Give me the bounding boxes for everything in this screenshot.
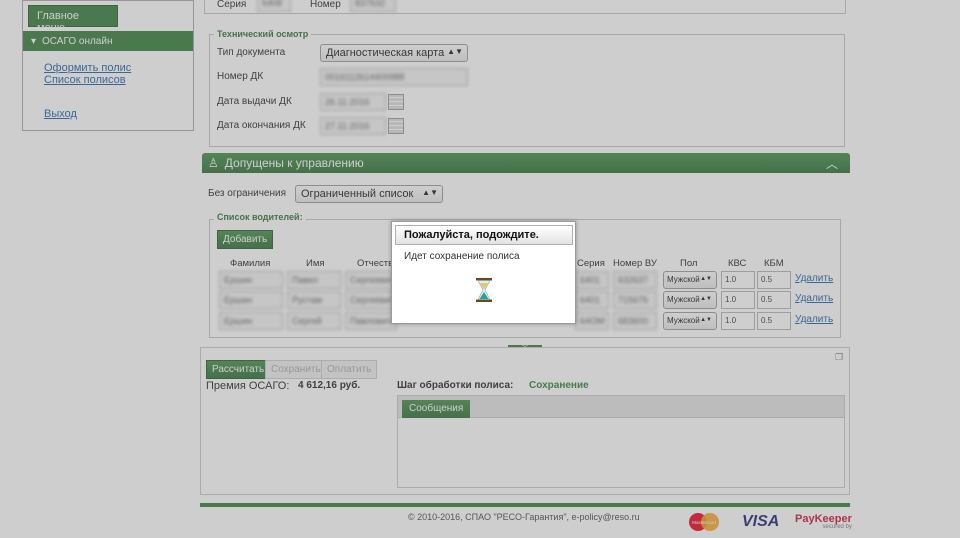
hourglass-icon [476, 278, 492, 302]
dialog-title: Пожалуйста, подождите. [395, 225, 573, 245]
wait-dialog: Пожалуйста, подождите. Идет сохранение п… [391, 221, 576, 324]
dialog-message: Идет сохранение полиса [404, 251, 520, 262]
